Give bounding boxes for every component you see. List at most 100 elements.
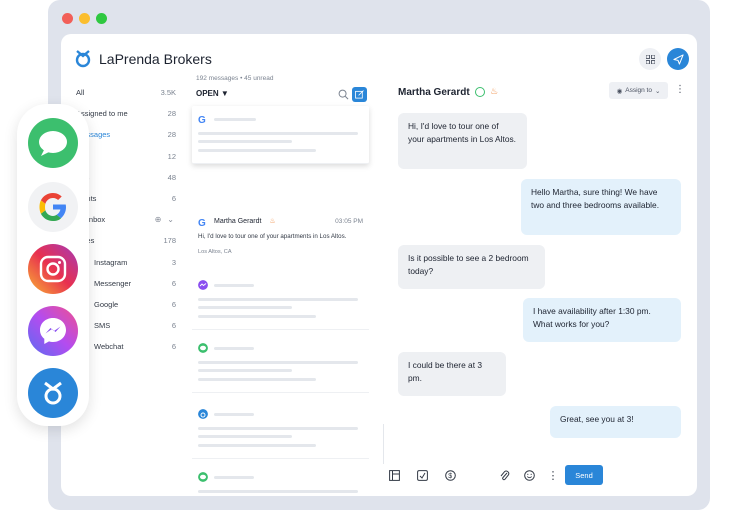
placeholder-line — [214, 347, 254, 350]
folder-count: 48 — [167, 172, 176, 182]
status-filter-label: OPEN — [196, 89, 219, 98]
conversation-card[interactable] — [192, 401, 369, 459]
folder-messages[interactable]: Messages 28 — [76, 124, 176, 145]
folder-count: 3 — [171, 257, 176, 267]
folder-smart-inbox[interactable]: art Inbox ⊕ ⌄ — [76, 209, 176, 230]
folder-count: 3.5K — [160, 88, 176, 98]
send-message-button[interactable] — [667, 48, 689, 70]
minimize-dot[interactable] — [79, 13, 90, 24]
imessage-source-icon — [198, 472, 208, 482]
folder-google[interactable]: Google 6 — [76, 294, 176, 315]
page: LaPrenda Brokers All 3.5K Assigned to me 2… — [0, 0, 729, 522]
compose-button[interactable] — [352, 87, 367, 102]
folder-messages-channel[interactable]: tages178 — [76, 230, 176, 251]
brand-name: LaPrenda Brokers — [99, 51, 212, 67]
folder-leads[interactable]: ds12 — [76, 146, 176, 167]
message-bubble-outgoing: Great, see you at 3! — [550, 406, 681, 438]
google-source-icon: G — [198, 115, 206, 124]
folder-count: 6 — [171, 194, 176, 204]
more-vertical-icon[interactable]: ⋮ — [547, 469, 559, 482]
placeholder-line — [198, 490, 358, 493]
chat-contact-name: Martha Gerardt — [398, 87, 470, 98]
folder-sms[interactable]: SMS 6 — [76, 315, 176, 336]
window-controls — [62, 13, 107, 24]
message-bubble-outgoing: Hello Martha, sure thing! We have two an… — [521, 179, 681, 235]
message-bubble-outgoing: I have availability after 1:30 pm. What … — [523, 298, 681, 342]
instagram-icon[interactable] — [28, 244, 78, 294]
svg-text:G: G — [198, 115, 206, 124]
folder-all[interactable]: All 3.5K — [76, 82, 176, 103]
placeholder-line — [198, 435, 292, 438]
conversation-card[interactable]: G — [192, 106, 369, 164]
search-icon[interactable] — [338, 89, 349, 100]
birdeye-logo-icon — [75, 50, 91, 68]
birdeye-source-icon — [198, 409, 208, 419]
folder-assigned[interactable]: Assigned to me 28 — [76, 103, 176, 124]
folder-count: 28 — [167, 130, 176, 140]
placeholder-line — [198, 298, 358, 301]
folder-label: All — [76, 88, 85, 98]
folder-count: 6 — [171, 321, 176, 331]
placeholder-line — [198, 149, 316, 152]
google-source-icon: G — [198, 218, 206, 227]
send-button[interactable]: Send — [565, 465, 603, 485]
placeholder-line — [214, 284, 254, 287]
svg-text:G: G — [198, 218, 206, 227]
folder-count: 12 — [167, 151, 176, 161]
contact-name-text: Martha Gerardt — [214, 218, 262, 225]
folder-instagram[interactable]: Instagram 3 — [76, 252, 176, 273]
user-circle-icon: ◉ — [616, 87, 623, 95]
list-meta: 192 messages • 45 unread — [196, 75, 274, 82]
app-window: LaPrenda Brokers All 3.5K Assigned to me 2… — [61, 34, 697, 496]
folder-messenger[interactable]: Messenger 6 — [76, 273, 176, 294]
conversation-card-martha[interactable]: G Martha Gerardt ♨ 03:05 PM Hi, I'd love… — [192, 211, 369, 265]
folder-reviews[interactable]: ews48 — [76, 167, 176, 188]
messenger-icon[interactable] — [28, 306, 78, 356]
add-circle-icon[interactable]: ⊕ — [155, 215, 162, 224]
birdeye-icon[interactable] — [28, 368, 78, 418]
folder-count: 6 — [171, 299, 176, 309]
message-preview: Hi, I'd love to tour one of your apartme… — [198, 233, 347, 240]
flame-icon: ♨ — [269, 218, 276, 225]
folder-count: 6 — [171, 278, 176, 288]
placeholder-line — [198, 315, 316, 318]
conversation-card[interactable] — [192, 335, 369, 393]
placeholder-line — [198, 378, 316, 381]
smart-inbox-actions: ⊕ ⌄ — [155, 215, 174, 224]
folder-payments[interactable]: ments6 — [76, 188, 176, 209]
google-icon[interactable] — [28, 182, 78, 232]
more-options-icon[interactable]: ⋮ — [675, 84, 685, 95]
folder-count: 6 — [171, 342, 176, 352]
messenger-source-icon — [198, 280, 208, 290]
close-dot[interactable] — [62, 13, 73, 24]
paper-plane-icon — [672, 53, 684, 65]
contact-name: Martha Gerardt ♨ — [214, 217, 276, 225]
conversation-list: 192 messages • 45 unread OPEN ▼ G G Mart… — [190, 72, 373, 496]
assign-to-dropdown[interactable]: ◉ Assign to ⌄ — [609, 82, 668, 99]
placeholder-line — [214, 118, 256, 121]
folder-webchat[interactable]: Webchat 6 — [76, 336, 176, 357]
apps-grid-button[interactable] — [639, 48, 661, 70]
channel-dock — [17, 104, 89, 426]
paperclip-icon[interactable] — [498, 469, 510, 481]
compose-icon — [355, 90, 364, 99]
placeholder-line — [198, 427, 358, 430]
placeholder-line — [198, 132, 358, 135]
placeholder-line — [198, 306, 292, 309]
emoji-icon[interactable] — [523, 469, 535, 481]
placeholder-line — [198, 140, 292, 143]
status-filter-dropdown[interactable]: OPEN ▼ — [196, 89, 229, 98]
caret-down-icon: ▼ — [220, 89, 229, 98]
conversation-card[interactable] — [192, 464, 369, 496]
conversation-card[interactable] — [192, 272, 369, 330]
payment-icon[interactable]: $ — [444, 469, 456, 481]
maximize-dot[interactable] — [96, 13, 107, 24]
review-request-icon[interactable] — [416, 469, 428, 481]
grid-icon — [645, 54, 655, 64]
template-icon[interactable] — [388, 469, 400, 481]
composer-divider — [383, 424, 384, 464]
contact-location: Los Altos, CA — [198, 249, 232, 255]
messages-icon[interactable] — [28, 118, 78, 168]
chevron-down-icon[interactable]: ⌄ — [167, 215, 174, 224]
message-bubble-incoming: I could be there at 3 pm. — [398, 352, 506, 396]
